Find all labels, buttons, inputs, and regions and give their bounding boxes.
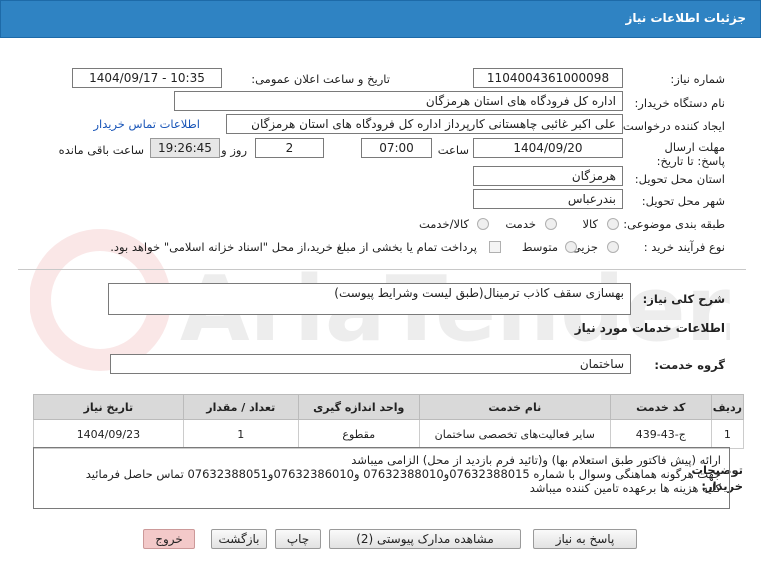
col-header-row-no: ردیف (710, 394, 745, 420)
items-table: ردیف کد خدمت نام خدمت واحد اندازه گیری ت… (33, 394, 745, 449)
reply-button[interactable]: پاسخ به نیاز (533, 529, 637, 549)
col-header-unit: واحد اندازه گیری (297, 394, 420, 420)
cell-name: سایر فعالیت‌های تخصصی ساختمان (418, 419, 611, 449)
treasury-checkbox[interactable] (489, 241, 501, 253)
category-goods-radio[interactable] (607, 218, 619, 230)
category-service-label: خدمت (505, 217, 536, 231)
province-label: استان محل تحویل: (634, 172, 725, 186)
col-header-qty: تعداد / مقدار (182, 394, 299, 420)
remaining-time-field: 19:26:45 (150, 138, 220, 158)
city-field: بندرعباس (473, 189, 623, 209)
days-field: 2 (255, 138, 324, 158)
exit-button[interactable]: خروج (143, 529, 195, 549)
category-both-label: کالا/خدمت (418, 217, 469, 231)
buyer-note-line: کلیه هزینه ها برعهده تامین کننده میباشد (529, 481, 721, 495)
announce-label: تاریخ و ساعت اعلان عمومی: (251, 72, 390, 86)
deadline-time-field: 07:00 (361, 138, 432, 158)
city-label: شهر محل تحویل: (641, 194, 725, 208)
back-button[interactable]: بازگشت (211, 529, 267, 549)
col-header-date: تاریخ نیاز (33, 394, 184, 420)
title-bar: جزئیات اطلاعات نیاز (0, 0, 761, 38)
days-label: روز و (221, 143, 247, 157)
buyer-notes-box: ارائه (پیش فاکتور طبق استعلام بها) و(تائ… (33, 447, 730, 509)
purchase-type-label: نوع فرآیند خرید : (643, 240, 725, 254)
deadline-time-label: ساعت (437, 143, 469, 157)
purchase-medium-label: متوسط (521, 240, 558, 254)
buyer-org-label: نام دستگاه خریدار: (634, 96, 725, 110)
cell-row-no: 1 (710, 419, 745, 449)
announce-field: 1404/09/17 - 10:35 (72, 68, 222, 88)
need-number-field: 1104004361000098 (473, 68, 623, 88)
col-header-name: نام خدمت (418, 394, 611, 420)
buyer-note-line: ارائه (پیش فاکتور طبق استعلام بها) و(تائ… (351, 453, 721, 467)
purchase-medium-radio[interactable] (565, 241, 577, 253)
summary-field: بهسازی سقف کاذب ترمینال(طبق لیست وشرایط … (108, 283, 631, 315)
category-goods-label: کالا (582, 217, 598, 231)
need-number-label: شماره نیاز: (670, 72, 725, 86)
buyer-org-field: اداره کل فرودگاه های استان هرمزگان (174, 91, 623, 111)
print-button[interactable]: چاپ (275, 529, 321, 549)
category-service-radio[interactable] (545, 218, 557, 230)
buyer-contact-link[interactable]: اطلاعات تماس خریدار (93, 117, 200, 131)
table-row: 1 ج-43-439 سایر فعالیت‌های تخصصی ساختمان… (33, 419, 745, 449)
remaining-label: ساعت باقی مانده (58, 143, 144, 157)
deadline-label: مهلت ارسال پاسخ: تا تاریخ: (656, 140, 725, 168)
page-title: جزئیات اطلاعات نیاز (625, 11, 746, 25)
service-group-field: ساختمان (110, 354, 631, 374)
cell-qty: 1 (182, 419, 299, 449)
services-heading: اطلاعات خدمات مورد نیاز (574, 321, 725, 335)
cell-date: 1404/09/23 (33, 419, 184, 449)
creator-label: ایجاد کننده درخواست: (619, 119, 725, 133)
items-table-header: ردیف کد خدمت نام خدمت واحد اندازه گیری ت… (33, 394, 745, 420)
creator-field: علی اکبر غائبی چاهستانی کارپرداز اداره ک… (226, 114, 623, 134)
deadline-date-field: 1404/09/20 (473, 138, 623, 158)
category-both-radio[interactable] (477, 218, 489, 230)
view-documents-button[interactable]: مشاهده مدارک پیوستی (2) (329, 529, 521, 549)
category-label: طبقه بندی موضوعی: (623, 217, 725, 231)
cell-unit: مقطوع (297, 419, 420, 449)
province-field: هرمزگان (473, 166, 623, 186)
treasury-note: پرداخت تمام یا بخشی از مبلغ خرید،از محل … (110, 240, 477, 254)
divider (18, 269, 746, 270)
cell-code: ج-43-439 (609, 419, 712, 449)
summary-label: شرح کلی نیاز: (642, 292, 725, 306)
col-header-code: کد خدمت (609, 394, 712, 420)
buyer-note-line: جهت هرگونه هماهنگی وسوال با شماره 076323… (85, 467, 721, 481)
service-group-label: گروه خدمت: (654, 358, 725, 372)
purchase-minor-radio[interactable] (607, 241, 619, 253)
